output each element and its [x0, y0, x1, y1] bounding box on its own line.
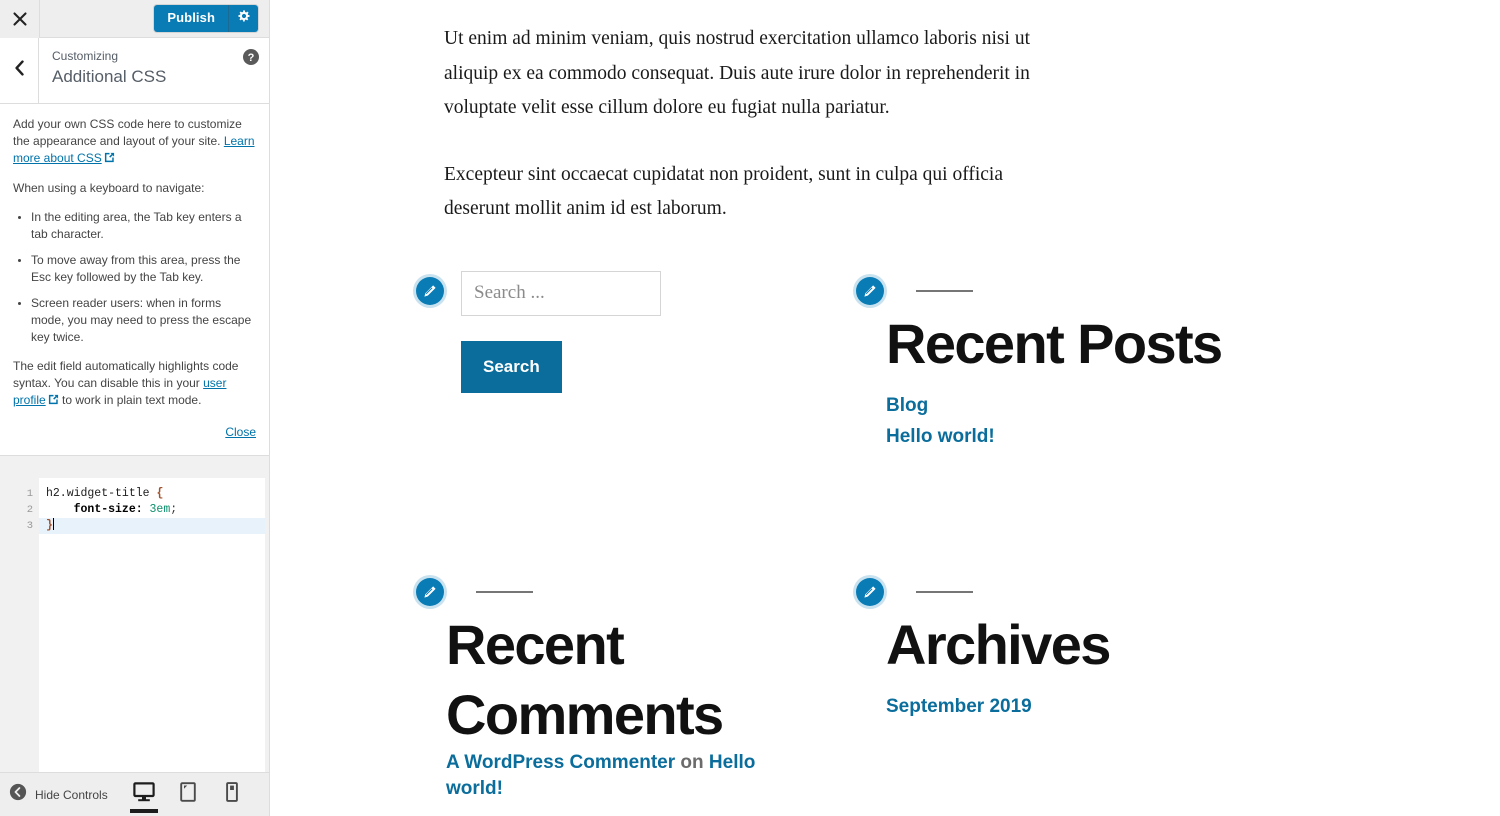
syntax-highlight-paragraph: The edit field automatically highlights … — [13, 358, 256, 410]
widget-title: Recent Posts — [886, 311, 1223, 375]
edit-pencil-icon[interactable] — [416, 276, 444, 305]
svg-text:?: ? — [248, 52, 255, 64]
mobile-preview-button[interactable] — [218, 773, 246, 816]
publish-settings-button[interactable] — [228, 5, 258, 32]
css-semicolon: ; — [170, 503, 178, 516]
css-property: font-size: — [73, 503, 143, 516]
recent-post-link[interactable]: Hello world! — [886, 426, 995, 447]
customizer-app: Publish Customizing Additional CSS ? Add… — [0, 0, 1500, 816]
line-number: 3 — [26, 520, 33, 532]
css-open-brace: { — [156, 487, 164, 500]
panel-header: Customizing Additional CSS ? — [0, 38, 269, 104]
comment-separator: on — [675, 751, 709, 773]
preview-body-text: Ut enim ad minim veniam, quis nostrud ex… — [444, 22, 1036, 227]
close-help-row: Close — [13, 424, 256, 441]
desktop-icon — [133, 782, 155, 807]
widget-title-rule — [916, 289, 973, 292]
tablet-icon — [180, 782, 196, 807]
list-item: To move away from this area, press the E… — [18, 252, 256, 286]
search-submit-button[interactable]: Search — [461, 340, 562, 393]
widget-archives: Archives September 2019 — [856, 572, 1296, 802]
panel-title-block: Customizing Additional CSS ? — [39, 38, 269, 103]
tablet-preview-button[interactable] — [174, 773, 202, 816]
body-paragraph: Ut enim ad minim veniam, quis nostrud ex… — [444, 28, 1030, 118]
list-item: Screen reader users: when in forms mode,… — [18, 295, 256, 346]
panel-eyebrow: Customizing — [52, 49, 119, 63]
help-circle-icon: ? — [243, 49, 259, 69]
css-code-editor[interactable]: 1 2 3 h2.widget-title { font-size: 3em; … — [3, 478, 265, 772]
css-selector: h2.widget-title — [46, 487, 150, 500]
external-link-icon — [48, 393, 59, 410]
widget-title: Archives — [886, 612, 1111, 676]
recent-post-link[interactable]: Blog — [886, 395, 928, 416]
customizer-sidebar: Publish Customizing Additional CSS ? Add… — [0, 0, 270, 816]
line-number: 2 — [26, 504, 33, 516]
site-preview-frame: Ut enim ad minim veniam, quis nostrud ex… — [270, 0, 1500, 816]
collapse-left-icon — [9, 783, 27, 806]
back-button[interactable] — [0, 38, 39, 103]
syntax-text-after: to work in plain text mode. — [58, 393, 202, 407]
keyboard-bullet-list: In the editing area, the Tab key enters … — [13, 209, 256, 346]
code-line-active: } — [39, 518, 265, 534]
recent-comment-item: A WordPress Commenter on Hello world! — [446, 750, 806, 802]
editor-line-numbers: 1 2 3 — [3, 478, 39, 772]
body-paragraph: Excepteur sint occaecat cupidatat non pr… — [444, 163, 1003, 220]
help-intro-paragraph: Add your own CSS code here to customize … — [13, 116, 256, 168]
editor-code-lines[interactable]: h2.widget-title { font-size: 3em; } — [39, 478, 265, 772]
close-help-link[interactable]: Close — [225, 425, 256, 439]
css-close-brace: } — [46, 519, 53, 532]
css-editor-area: 1 2 3 h2.widget-title { font-size: 3em; … — [0, 456, 269, 772]
edit-pencil-icon[interactable] — [856, 276, 884, 305]
widget-title-rule — [916, 590, 973, 593]
desktop-preview-button[interactable] — [130, 773, 158, 816]
keyboard-intro: When using a keyboard to navigate: — [13, 181, 205, 195]
list-item: September 2019 — [886, 696, 1296, 718]
gear-icon — [237, 9, 251, 28]
search-input[interactable] — [461, 270, 661, 316]
css-value: 3em — [149, 503, 171, 516]
widget-title: Recent Comments — [446, 612, 724, 746]
hide-controls-button[interactable]: Hide Controls — [9, 783, 108, 806]
archive-link[interactable]: September 2019 — [886, 696, 1032, 717]
preview-content: Ut enim ad minim veniam, quis nostrud ex… — [270, 0, 1500, 802]
code-line: font-size: 3em; — [39, 502, 265, 518]
page-title: Additional CSS — [52, 67, 167, 86]
list-item: Hello world! — [886, 426, 1296, 448]
recent-posts-list: Blog Hello world! — [886, 395, 1296, 448]
close-x-icon — [12, 11, 27, 26]
help-button[interactable]: ? — [243, 49, 259, 65]
hide-controls-label: Hide Controls — [35, 787, 108, 802]
list-item: Blog — [886, 395, 1296, 417]
edit-pencil-icon[interactable] — [856, 577, 884, 606]
mobile-icon — [226, 782, 238, 807]
publish-button[interactable]: Publish — [154, 5, 228, 32]
code-line: h2.widget-title { — [39, 486, 265, 502]
widget-recent-posts: Recent Posts Blog Hello world! — [856, 271, 1296, 457]
external-link-icon — [104, 151, 115, 168]
widget-area-grid: Search Recent Posts Blog Hello world! — [416, 270, 1476, 802]
customizer-topbar: Publish — [0, 0, 269, 38]
line-number: 1 — [26, 488, 33, 500]
text-caret — [52, 518, 54, 530]
widget-recent-comments: Recent Comments A WordPress Commenter on… — [416, 572, 856, 802]
close-customizer-button[interactable] — [0, 0, 40, 38]
comment-author-link[interactable]: A WordPress Commenter — [446, 752, 675, 773]
customizer-footer: Hide Controls — [0, 772, 269, 816]
chevron-left-icon — [14, 60, 25, 81]
archives-list: September 2019 — [886, 696, 1296, 718]
list-item: In the editing area, the Tab key enters … — [18, 209, 256, 243]
help-intro-text: Add your own CSS code here to customize … — [13, 117, 242, 148]
device-preview-switcher — [130, 773, 246, 816]
css-help-description: Add your own CSS code here to customize … — [0, 104, 269, 456]
widget-title-rule — [476, 590, 533, 593]
widget-search: Search — [416, 270, 856, 457]
edit-pencil-icon[interactable] — [416, 577, 444, 606]
publish-group: Publish — [154, 5, 258, 32]
